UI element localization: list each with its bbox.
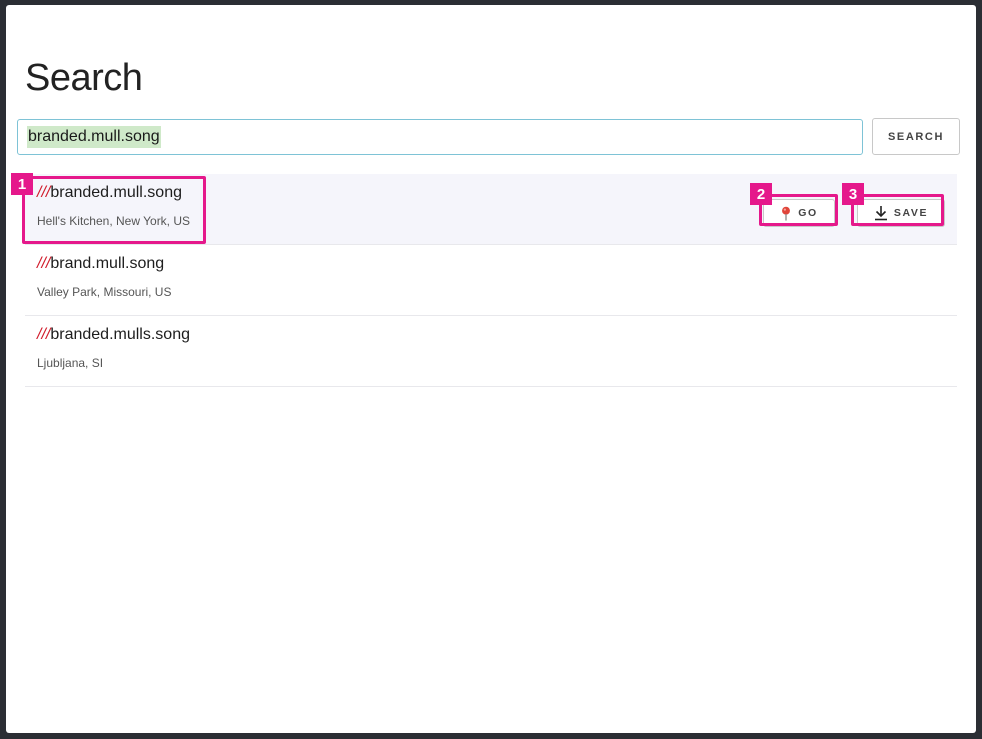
search-dialog: Search branded.mull.song SEARCH ///brand…: [6, 5, 976, 733]
result-words-text: brand.mull.song: [50, 255, 165, 272]
highlight-box-1: [22, 176, 206, 244]
annotation-badge-2: 2: [750, 183, 772, 205]
result-row[interactable]: ///branded.mulls.song Ljubljana, SI: [25, 316, 957, 387]
w3w-slashes: ///: [37, 326, 51, 343]
result-words[interactable]: ///branded.mulls.song: [37, 326, 190, 344]
w3w-slashes: ///: [37, 255, 51, 272]
annotation-badge-1: 1: [11, 173, 33, 195]
result-location: Valley Park, Missouri, US: [37, 285, 172, 299]
highlight-box-3: [851, 194, 944, 226]
search-button[interactable]: SEARCH: [872, 118, 960, 155]
search-input[interactable]: branded.mull.song: [17, 119, 863, 155]
annotation-badge-3: 3: [842, 183, 864, 205]
search-input-value: branded.mull.song: [27, 126, 161, 148]
result-location: Ljubljana, SI: [37, 356, 104, 370]
dialog-title: Search: [25, 57, 143, 99]
result-row[interactable]: ///brand.mull.song Valley Park, Missouri…: [25, 245, 957, 316]
result-words-text: branded.mulls.song: [50, 326, 190, 343]
result-words[interactable]: ///brand.mull.song: [37, 255, 164, 273]
